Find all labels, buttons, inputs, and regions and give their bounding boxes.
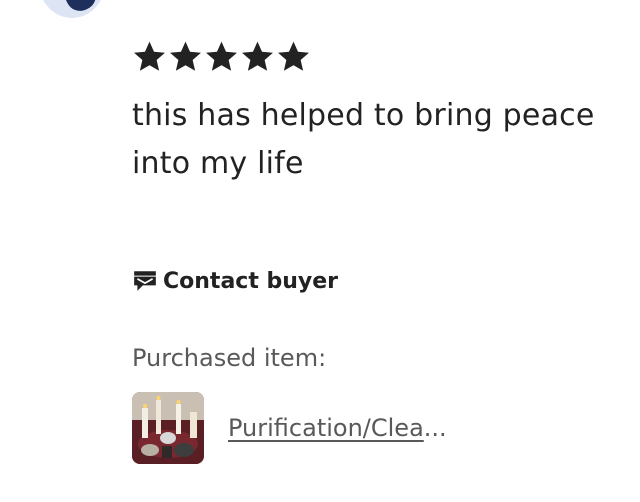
star-icon (132, 39, 167, 74)
review-text: this has helped to bring peace into my l… (132, 98, 595, 181)
contact-buyer-button[interactable]: Contact buyer (132, 266, 338, 296)
star-icon (204, 39, 239, 74)
review-body: this has helped to bring peace into my l… (132, 36, 632, 188)
truncation-ellipsis: ... (423, 414, 447, 442)
purchased-item-label: Purchased item: (132, 344, 327, 372)
message-flag-icon (132, 268, 158, 294)
star-icon (276, 39, 311, 74)
product-thumbnail[interactable] (132, 392, 204, 464)
star-icon (240, 39, 275, 74)
purchased-item-link[interactable]: Purification/Clea... (132, 392, 447, 464)
star-icon (168, 39, 203, 74)
avatar-figure-icon (65, 0, 101, 16)
star-rating (132, 36, 632, 76)
review-card: this has helped to bring peace into my l… (0, 0, 640, 502)
contact-buyer-label: Contact buyer (163, 268, 339, 294)
reviewer-avatar[interactable] (38, 0, 106, 18)
purchased-item-title[interactable]: Purification/Clea (228, 414, 424, 442)
